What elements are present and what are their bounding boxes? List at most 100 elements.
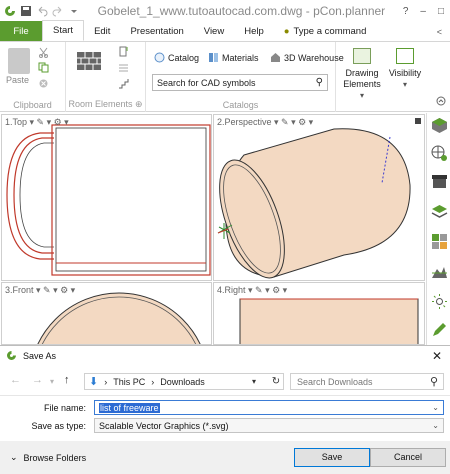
search-downloads-input[interactable]: Search Downloads ⚲ [290, 373, 444, 390]
customize-toolbar-icon[interactable] [68, 5, 80, 17]
refresh-icon[interactable]: ↻ [266, 373, 286, 390]
app-logo-icon [7, 351, 17, 360]
divider [0, 395, 450, 396]
viewport-right[interactable]: 4.Right ▾ ✎ ▾ ⚙ ▾ [213, 282, 425, 345]
tab-file[interactable]: File [0, 21, 42, 41]
cut-icon[interactable] [38, 47, 49, 58]
restore-button[interactable]: □ [438, 6, 444, 17]
tab-edit[interactable]: Edit [84, 21, 120, 41]
app-logo-icon [4, 5, 16, 17]
materials-button[interactable]: Materials [208, 52, 259, 63]
material-grid-icon[interactable] [431, 233, 448, 250]
search-icon[interactable]: ⚲ [316, 77, 323, 88]
save-type-label: Save as type: [31, 421, 86, 431]
cad-search-placeholder: Search for CAD symbols [157, 77, 256, 88]
lightbulb-icon: ● [283, 25, 290, 37]
save-type-select[interactable]: Scalable Vector Graphics (*.svg) ⌄ [94, 418, 444, 433]
file-name-input[interactable]: list of freeware ⌄ [94, 400, 444, 415]
file-name-value[interactable]: list of freeware [99, 402, 160, 413]
catalog-button[interactable]: Catalog [154, 52, 199, 63]
dialog-title: Save As [23, 350, 57, 361]
breadcrumb-this-pc[interactable]: This PC [113, 377, 145, 387]
viewport-perspective[interactable]: 2.Perspective ▾ ✎ ▾ ⚙ ▾ [213, 114, 425, 281]
breadcrumb-downloads[interactable]: Downloads [160, 377, 205, 387]
cancel-button[interactable]: Cancel [370, 448, 446, 467]
title-bar: Gobelet_1_www.tutoautocad.com.dwg - pCon… [0, 0, 450, 22]
warehouse-icon [271, 53, 280, 62]
address-dropdown-icon[interactable]: ▾ [252, 377, 256, 386]
tab-start[interactable]: Start [42, 20, 85, 41]
search-icon[interactable]: ⚲ [430, 375, 438, 388]
dialog-footer: ⌄ Browse Folders Save Cancel [0, 441, 450, 474]
share-icon[interactable]: < [437, 27, 450, 41]
door-icon[interactable] [118, 46, 129, 57]
paste-button[interactable]: Paste [6, 75, 29, 85]
globe-search-icon[interactable] [431, 145, 448, 162]
catalog-icon [154, 52, 165, 63]
group-clipboard: Paste Clipboard [0, 42, 66, 112]
visibility-button[interactable]: Visibility ▾ [386, 48, 424, 90]
window-title: Gobelet_1_www.tutoautocad.com.dwg - pCon… [97, 4, 386, 18]
viewport-front-label[interactable]: 3.Front ▾ ✎ ▾ ⚙ ▾ [5, 285, 75, 296]
viewport-perspective-label[interactable]: 2.Perspective ▾ ✎ ▾ ⚙ ▾ [217, 117, 313, 128]
right-tool-panel [426, 113, 450, 345]
save-button[interactable]: Save [294, 448, 370, 467]
light-icon[interactable] [431, 293, 448, 310]
window-icon[interactable] [118, 62, 129, 73]
dialog-title-bar: Save As [6, 350, 56, 361]
chevron-down-icon[interactable]: ⌄ [432, 421, 439, 430]
undo-icon[interactable] [36, 5, 48, 17]
paste-icon[interactable] [8, 48, 30, 74]
tab-help[interactable]: Help [234, 21, 274, 41]
layers-icon[interactable] [431, 203, 448, 220]
collapse-ribbon-icon[interactable] [436, 96, 446, 106]
tab-presentation[interactable]: Presentation [120, 21, 193, 41]
cube-icon[interactable] [431, 117, 448, 134]
up-folder-icon[interactable]: ↑ [64, 374, 70, 386]
quick-access-toolbar [0, 5, 80, 17]
tell-me-label: Type a command [293, 25, 367, 37]
viewport-right-label[interactable]: 4.Right ▾ ✎ ▾ ⚙ ▾ [217, 285, 287, 296]
recent-locations-icon[interactable]: ▾ [50, 377, 54, 386]
forward-icon[interactable]: → [32, 374, 43, 386]
pencil-icon[interactable] [431, 321, 448, 338]
browse-folders-toggle[interactable]: ⌄ Browse Folders [10, 452, 86, 463]
delete-icon[interactable] [38, 78, 49, 89]
chevron-down-icon[interactable]: ⌄ [432, 403, 439, 412]
cad-search-input[interactable]: Search for CAD symbols ⚲ [152, 74, 328, 91]
search-downloads-placeholder: Search Downloads [297, 377, 373, 387]
copy-icon[interactable] [38, 62, 49, 73]
redo-icon[interactable] [52, 5, 64, 17]
dialog-launcher-icon[interactable]: ⊕ [135, 99, 143, 109]
stairs-icon[interactable] [118, 78, 129, 89]
3d-warehouse-button[interactable]: 3D Warehouse [270, 52, 344, 63]
minimize-button[interactable]: – [420, 6, 426, 17]
file-name-label: File name: [43, 403, 86, 413]
drawing-elements-icon [353, 48, 371, 64]
drawing-elements-button[interactable]: Drawing Elements ▾ [340, 48, 384, 101]
ribbon-tabs: File Start Edit Presentation View Help ●… [0, 20, 450, 42]
viewport-top-label[interactable]: 1.Top ▾ ✎ ▾ ⚙ ▾ [5, 117, 69, 128]
downloads-folder-icon: ⬇ [89, 376, 99, 388]
clipboard-group-label: Clipboard [13, 100, 52, 110]
mug-perspective-drawing [217, 128, 411, 279]
room-elements-group-label: Room Elements ⊕ [68, 99, 143, 109]
save-icon[interactable] [20, 5, 32, 17]
viewport-area: 1.Top ▾ ✎ ▾ ⚙ ▾ 2.Perspective ▾ ✎ ▾ ⚙ ▾ … [0, 113, 426, 345]
catalogs-group-label: Catalogs [222, 100, 259, 110]
tell-me-box[interactable]: ● Type a command [274, 21, 377, 41]
box-icon[interactable] [431, 173, 448, 190]
ribbon: Paste Clipboard Room Elements ⊕ Catalog … [0, 42, 450, 112]
viewport-top[interactable]: 1.Top ▾ ✎ ▾ ⚙ ▾ [1, 114, 212, 281]
close-icon[interactable]: ✕ [432, 349, 442, 363]
save-as-dialog: Save As ✕ ← → ▾ ↑ ⬇ › This PC › Download… [0, 345, 450, 474]
maximize-viewport-icon[interactable] [415, 118, 421, 124]
help-button[interactable]: ? [403, 6, 409, 17]
viewport-front[interactable]: 3.Front ▾ ✎ ▾ ⚙ ▾ [1, 282, 212, 345]
tab-view[interactable]: View [194, 21, 234, 41]
dialog-nav-bar: ← → ▾ ↑ ⬇ › This PC › Downloads ▾ ↻ Sear… [0, 370, 450, 392]
terrain-icon[interactable] [431, 263, 448, 280]
back-icon[interactable]: ← [10, 374, 21, 386]
wall-icon[interactable] [76, 50, 102, 72]
materials-icon [209, 53, 218, 62]
